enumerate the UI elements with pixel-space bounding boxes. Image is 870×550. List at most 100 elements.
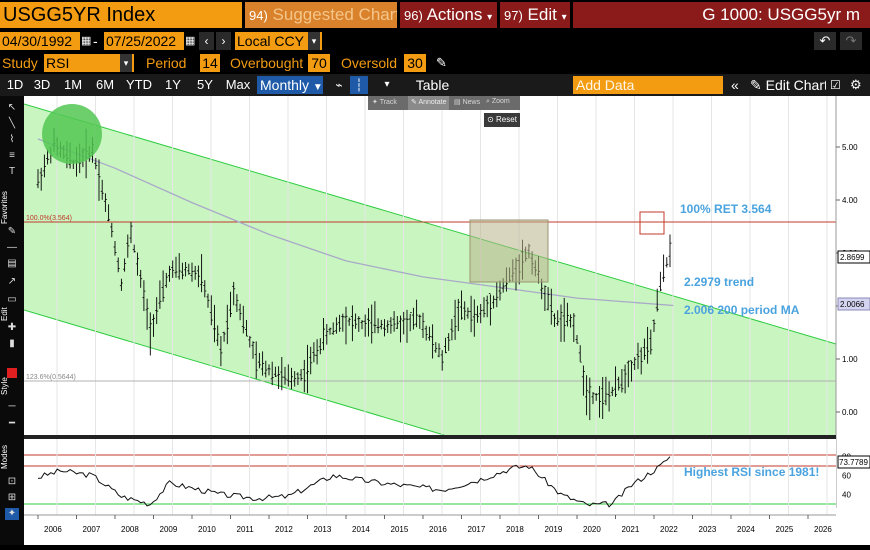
fib-tool-icon[interactable]: ≡ (5, 150, 19, 162)
news-button[interactable]: ▤ News (454, 98, 480, 106)
prev-period-button[interactable]: ‹ (199, 32, 214, 50)
x-tick-label: 2008 (121, 525, 139, 534)
line-tool-icon[interactable]: ╲ (5, 118, 19, 130)
edit-dropdown-icon: ▾ (561, 12, 567, 23)
x-tick-label: 2019 (545, 525, 563, 534)
x-tick-label: 2024 (737, 525, 755, 534)
study-dropdown-icon: ▾ (120, 54, 132, 72)
actions-dropdown-icon: ▾ (487, 12, 493, 23)
period-label: Period (146, 55, 187, 71)
annotate-button[interactable]: ✎ Annotate (408, 96, 450, 110)
rsi-last-label: 73.7789 (839, 458, 868, 467)
x-tick-label: 2012 (275, 525, 293, 534)
gear-icon[interactable]: ⚙ (850, 76, 866, 94)
delete-tool-icon[interactable]: ▮ (5, 338, 19, 350)
crosshair-tool-icon[interactable]: ✚ (5, 322, 19, 334)
period-button-max[interactable]: Max (222, 76, 254, 94)
period-button-1m[interactable]: 1M (58, 76, 88, 94)
annotate-label: Annotate (418, 99, 447, 106)
brush-tool-icon[interactable]: ✎ (5, 226, 19, 238)
currency-dropdown-icon: ▾ (308, 32, 320, 50)
x-tick-label: 2020 (583, 525, 601, 534)
favorites-label: Favorites (0, 191, 9, 224)
undo-icon[interactable]: ↶ (814, 32, 836, 50)
panel-separator[interactable] (24, 435, 836, 439)
edit-menu-button[interactable]: 97) Edit ▾ (500, 2, 570, 28)
trend-annotation: 2.2979 trend (684, 275, 754, 289)
x-tick-label: 2009 (160, 525, 178, 534)
x-tick-label: 2025 (776, 525, 794, 534)
trend-tool-icon[interactable]: ⌇ (5, 134, 19, 146)
title-bar: USGG5YR Index 94) Suggested Charts 96) A… (0, 0, 870, 30)
track-label: Track (379, 99, 397, 106)
ray-tool-icon[interactable]: ↗ (5, 276, 19, 288)
next-period-button[interactable]: › (216, 32, 231, 50)
x-tick-label: 2018 (506, 525, 524, 534)
hline-tool-icon[interactable]: — (5, 242, 19, 254)
ma-annotation: 2.006 200 period MA (684, 303, 800, 317)
chart-type-dropdown-icon[interactable]: ▾ (380, 76, 394, 94)
x-tick-label: 2022 (660, 525, 678, 534)
line-chart-icon[interactable]: ⌁ (330, 76, 348, 94)
rsi-tick-label: 40 (842, 491, 851, 500)
study-name: RSI (46, 55, 70, 71)
table-button[interactable]: Table (405, 76, 460, 94)
line-weight-icon[interactable]: ━ (5, 418, 19, 430)
overbought-label: Overbought (230, 55, 304, 71)
end-date-field[interactable]: 07/25/2022 (104, 32, 184, 50)
end-calendar-icon[interactable]: ▦ (185, 34, 197, 48)
reset-label: Reset (496, 115, 517, 124)
frequency-select[interactable]: Monthly ▼ (257, 76, 323, 94)
date-separator: - (93, 33, 98, 49)
study-select[interactable]: RSI ▾ (44, 54, 134, 72)
channel-tool-icon[interactable]: ▤ (5, 258, 19, 270)
collapse-icon[interactable]: « (731, 76, 747, 94)
period-button-1y[interactable]: 1Y (158, 76, 188, 94)
add-data-placeholder: Add Data (576, 77, 635, 93)
start-calendar-icon[interactable]: ▦ (81, 34, 93, 48)
start-date-field[interactable]: 04/30/1992 (0, 32, 80, 50)
bar-chart-icon[interactable]: ┆ (350, 76, 368, 94)
mode-b-icon[interactable]: ⊞ (5, 492, 19, 504)
start-date-text: 04/30/1992 (2, 33, 73, 49)
suggested-charts-button[interactable]: 94) Suggested Charts (245, 2, 397, 28)
period-button-1d[interactable]: 1D (4, 76, 26, 94)
edit-label: Edit (527, 5, 557, 24)
add-data-input[interactable]: Add Data (573, 76, 723, 94)
zoom-button[interactable]: ⌕ Zoom (486, 98, 510, 106)
chart-area[interactable]: 100.0%(3.564) 123.6%(0.5644) 100% RET 3.… (23, 96, 870, 545)
oversold-input[interactable]: 30 (404, 54, 426, 72)
study-bar: Study RSI ▾ Period 14 Overbought 70 Overs… (0, 52, 870, 74)
overbought-input[interactable]: 70 (308, 54, 330, 72)
actions-menu-button[interactable]: 96) Actions ▾ (400, 2, 497, 28)
period-button-ytd[interactable]: YTD (122, 76, 156, 94)
currency-select[interactable]: Local CCY ▾ (235, 32, 322, 50)
chart-settings-check-icon[interactable]: ☑ (830, 76, 846, 94)
period-button-5y[interactable]: 5Y (190, 76, 220, 94)
reset-button[interactable]: ⊙ Reset (484, 113, 520, 127)
ticker-field[interactable]: USGG5YR Index (0, 2, 242, 28)
actions-label: Actions (426, 5, 483, 24)
suggested-label: Suggested Charts (272, 5, 397, 24)
study-label: Study (2, 55, 38, 71)
price-tick-label: 5.00 (842, 143, 858, 152)
period-input[interactable]: 14 (200, 54, 220, 72)
mode-active-icon[interactable]: ✦ (5, 508, 19, 520)
highlight-circle-2007 (42, 104, 102, 164)
period-button-6m[interactable]: 6M (90, 76, 120, 94)
price-chart[interactable]: 100.0%(3.564) 123.6%(0.5644) 100% RET 3.… (23, 96, 870, 545)
period-button-3d[interactable]: 3D (28, 76, 56, 94)
x-tick-label: 2006 (44, 525, 62, 534)
edit-chart-label: Edit Chart (765, 77, 826, 93)
cursor-tool-icon[interactable]: ↖ (5, 102, 19, 114)
drawing-tools-sidebar: ↖ ╲ ⌇ ≡ T Favorites ✎ — ▤ ↗ ▭ Edit ✚ ▮ S… (0, 96, 24, 545)
line-style-icon[interactable]: ─ (5, 401, 19, 413)
pencil-icon[interactable]: ✎ (436, 54, 452, 72)
x-tick-label: 2026 (814, 525, 832, 534)
track-button[interactable]: ✦ Track (372, 98, 397, 106)
redo-icon[interactable]: ↷ (840, 32, 862, 50)
suggested-num: 94) (249, 8, 268, 23)
mode-a-icon[interactable]: ⊡ (5, 476, 19, 488)
x-tick-label: 2015 (391, 525, 409, 534)
edit-chart-button[interactable]: ✎ Edit Chart (750, 76, 826, 94)
